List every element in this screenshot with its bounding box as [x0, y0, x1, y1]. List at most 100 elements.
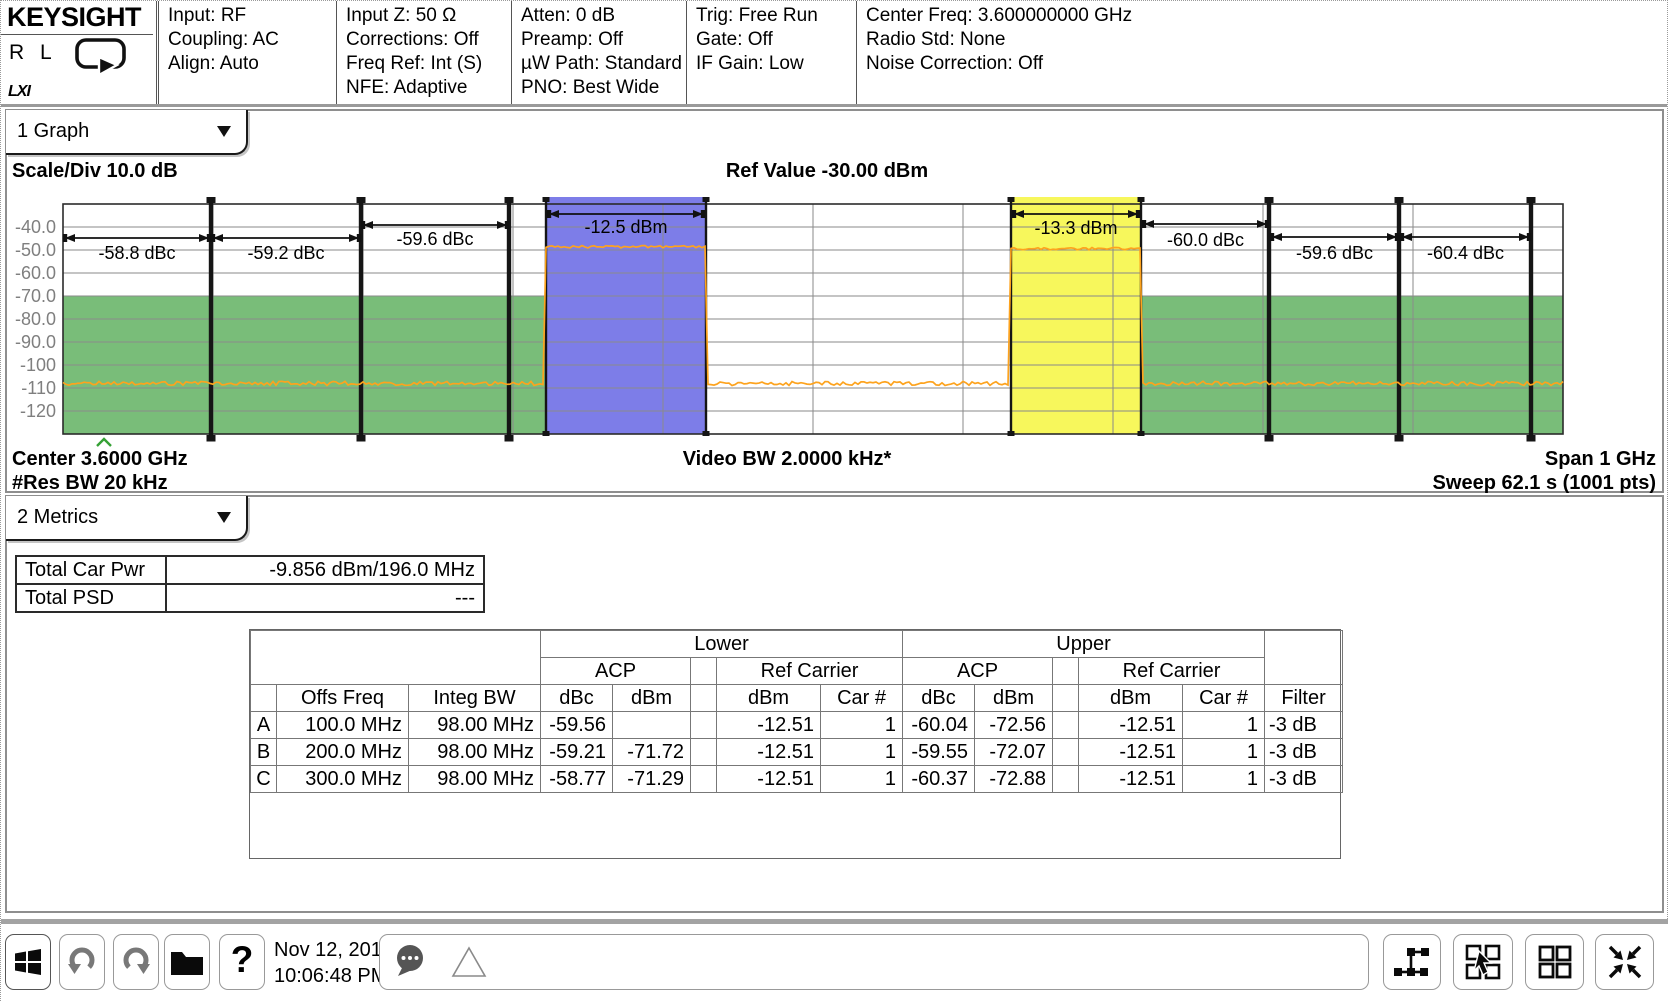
measurement-annotation: -59.6 dBc: [396, 229, 473, 249]
dbc-header: dBc: [903, 685, 975, 712]
total-psd-value: ---: [166, 584, 484, 612]
sequence-setup-button[interactable]: [1383, 934, 1441, 990]
dbm-header: dBm: [613, 685, 691, 712]
integ-bw-cell: 98.00 MHz: [409, 739, 541, 766]
car-header: Car #: [1183, 685, 1265, 712]
lower-acp-dbm-cell: [613, 712, 691, 739]
collapse-arrows-icon: [1607, 944, 1643, 980]
filter-header: Filter: [1265, 685, 1343, 712]
window-select-button[interactable]: [1453, 934, 1513, 990]
upper-car-cell: 1: [1183, 739, 1265, 766]
undo-icon: [64, 944, 100, 980]
dbm-header: dBm: [1079, 685, 1183, 712]
measurement-annotation: -60.0 dBc: [1167, 230, 1244, 250]
lower-acp-dbc-cell: -58.77: [541, 766, 613, 793]
total-car-pwr-value: -9.856 dBm/196.0 MHz: [166, 556, 484, 584]
sweep-mode-label: R L: [9, 41, 57, 65]
file-button[interactable]: [164, 934, 210, 990]
date-label: Nov 12, 2019: [274, 937, 393, 963]
status-col-input: Input: RF Coupling: AC Align: Auto: [158, 1, 336, 104]
lower-ref-dbm-cell: -12.51: [717, 712, 821, 739]
redo-button[interactable]: [113, 934, 159, 990]
logo-cell: KEYSIGHT R L LXI: [1, 1, 157, 104]
scale-div-label: Scale/Div 10.0 dB: [12, 160, 178, 183]
status-bar: KEYSIGHT R L LXI Input: RF Coupling: AC …: [1, 1, 1667, 107]
status-col-corrections: Input Z: 50 Ω Corrections: Off Freq Ref:…: [336, 1, 511, 104]
lower-car-cell: 1: [821, 739, 903, 766]
table-row: Total PSD ---: [16, 584, 484, 612]
upper-acp-dbc-cell: -60.04: [903, 712, 975, 739]
layout-grid-icon: [1538, 945, 1572, 979]
y-axis-tick: -50.0: [15, 240, 56, 260]
lower-ref-carrier-header: Ref Carrier: [717, 658, 903, 685]
offs-freq-header: Offs Freq: [277, 685, 409, 712]
power-summary-table: Total Car Pwr -9.856 dBm/196.0 MHz Total…: [15, 555, 485, 613]
acp-table: Lower Upper ACP Ref Carrier ACP Ref Carr…: [250, 630, 1343, 793]
measurement-annotation: -13.3 dBm: [1034, 218, 1117, 238]
graph-selector[interactable]: 1 Graph: [6, 110, 248, 155]
upper-acp-header: ACP: [903, 658, 1053, 685]
lower-acp-dbc-cell: -59.21: [541, 739, 613, 766]
filter-cell: -3 dB: [1265, 766, 1343, 793]
table-row: Total Car Pwr -9.856 dBm/196.0 MHz: [16, 556, 484, 584]
lower-acp-dbm-cell: -71.29: [613, 766, 691, 793]
acp-row-b: B 200.0 MHz 98.00 MHz -59.21 -71.72 -12.…: [251, 739, 1343, 766]
center-freq-label: Center 3.6000 GHz: [12, 448, 188, 471]
measurement-annotation: -59.2 dBc: [247, 243, 324, 263]
graph-selector-label: 1 Graph: [17, 120, 89, 142]
metrics-selector[interactable]: 2 Metrics: [6, 496, 248, 541]
metrics-window: 2 Metrics Total Car Pwr -9.856 dBm/196.0…: [5, 495, 1664, 913]
offset-id: C: [251, 766, 277, 793]
offset-boundary-bar: [507, 198, 511, 441]
acp-row-c: C 300.0 MHz 98.00 MHz -58.77 -71.29 -12.…: [251, 766, 1343, 793]
center-freq-marker-icon: [95, 437, 113, 448]
video-bw-label: Video BW 2.0000 kHz*: [683, 448, 892, 471]
y-axis-tick: -90.0: [15, 332, 56, 352]
status-col-freq: Center Freq: 3.600000000 GHz Radio Std: …: [856, 1, 1256, 104]
metrics-selector-label: 2 Metrics: [17, 506, 98, 528]
offs-freq-cell: 200.0 MHz: [277, 739, 409, 766]
undo-button[interactable]: [59, 934, 105, 990]
continuous-sweep-icon: [73, 35, 129, 77]
date-time: Nov 12, 2019 10:06:48 PM: [274, 937, 393, 989]
upper-ref-dbm-cell: -12.51: [1079, 712, 1183, 739]
windows-home-button[interactable]: [5, 934, 51, 990]
keysight-logo: KEYSIGHT: [1, 1, 153, 35]
y-axis-tick: -110: [21, 378, 56, 398]
upper-ref-dbm-cell: -12.51: [1079, 739, 1183, 766]
time-label: 10:06:48 PM: [274, 963, 393, 989]
span-label: Span 1 GHz: [1545, 448, 1656, 471]
question-mark-icon: ?: [231, 939, 254, 985]
windows-icon: [11, 945, 45, 979]
measurement-annotation: -58.8 dBc: [98, 243, 175, 263]
upper-acp-dbc-cell: -60.37: [903, 766, 975, 793]
y-axis-tick: -80.0: [15, 309, 56, 329]
lower-group-header: Lower: [541, 631, 903, 658]
offs-freq-cell: 300.0 MHz: [277, 766, 409, 793]
y-axis-tick: -70.0: [15, 286, 56, 306]
measurement-annotation: -59.6 dBc: [1296, 243, 1373, 263]
collapse-fullscreen-button[interactable]: [1595, 934, 1654, 990]
dbc-header: dBc: [541, 685, 613, 712]
total-psd-label: Total PSD: [16, 584, 166, 612]
upper-acp-dbm-cell: -72.56: [975, 712, 1053, 739]
car-header: Car #: [821, 685, 903, 712]
status-col-atten: Atten: 0 dB Preamp: Off µW Path: Standar…: [511, 1, 686, 104]
acp-row-a: A 100.0 MHz 98.00 MHz -59.56 -12.51 1 -6…: [251, 712, 1343, 739]
message-bubble-icon: [392, 943, 434, 981]
table-row: Offs Freq Integ BW dBc dBm dBm Car # dBc…: [251, 685, 1343, 712]
upper-car-cell: 1: [1183, 766, 1265, 793]
graph-window: 1 Graph Scale/Div 10.0 dB Ref Value -30.…: [5, 109, 1664, 493]
dropdown-arrow-icon: [217, 126, 231, 137]
offs-freq-cell: 100.0 MHz: [277, 712, 409, 739]
sweep-label: Sweep 62.1 s (1001 pts): [1433, 472, 1656, 495]
lower-acp-dbc-cell: -59.56: [541, 712, 613, 739]
filter-cell: -3 dB: [1265, 739, 1343, 766]
help-button[interactable]: ?: [219, 934, 265, 990]
lower-ref-dbm-cell: -12.51: [717, 739, 821, 766]
warning-triangle-icon: [450, 945, 488, 979]
annunciator-bar[interactable]: [379, 934, 1369, 990]
window-layout-button[interactable]: [1525, 934, 1584, 990]
redo-icon: [118, 944, 154, 980]
lower-acp-dbm-cell: -71.72: [613, 739, 691, 766]
